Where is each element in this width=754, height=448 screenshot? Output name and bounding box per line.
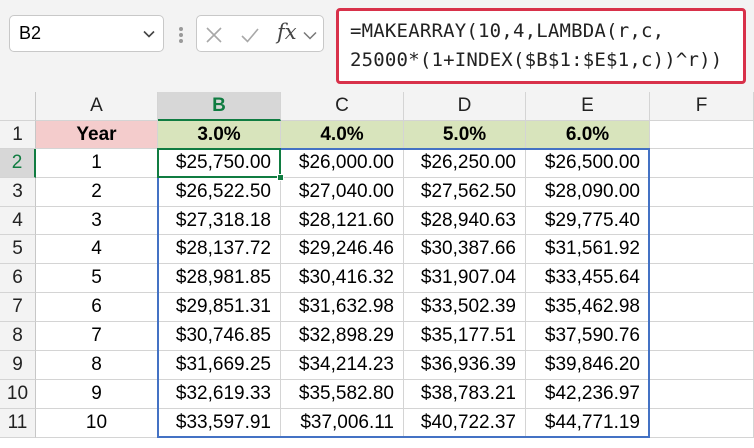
cell-f4[interactable] [650,207,754,235]
row-header-6[interactable]: 6 [0,264,36,293]
cell-e11[interactable]: $44,771.19 [526,409,650,438]
cell-c8[interactable]: $32,898.29 [281,322,404,351]
cell-d6[interactable]: $31,907.04 [404,264,526,293]
cell-e2[interactable]: $26,500.00 [526,149,650,178]
formula-controls: fx [196,15,324,52]
cell-a10[interactable]: 9 [36,380,158,409]
cell-c1[interactable]: 4.0% [281,121,404,149]
chevron-down-icon[interactable] [143,28,155,40]
cell-b6[interactable]: $28,981.85 [158,264,281,293]
cell-e5[interactable]: $31,561.92 [526,235,650,264]
cell-c11[interactable]: $37,006.11 [281,409,404,438]
cell-b1[interactable]: 3.0% [158,121,281,149]
cell-e9[interactable]: $39,846.20 [526,351,650,380]
cell-f2[interactable] [650,149,754,178]
cell-e10[interactable]: $42,236.97 [526,380,650,409]
cell-d9[interactable]: $36,936.39 [404,351,526,380]
drag-handle-icon[interactable] [179,27,183,43]
cancel-icon[interactable] [204,25,224,45]
column-header-b[interactable]: B [158,92,281,121]
name-box-value: B2 [19,23,42,43]
row-header-11[interactable]: 11 [0,409,36,438]
cell-f7[interactable] [650,293,754,322]
cell-e7[interactable]: $35,462.98 [526,293,650,322]
row-header-9[interactable]: 9 [0,351,36,380]
cell-a8[interactable]: 7 [36,322,158,351]
column-header-d[interactable]: D [404,92,526,121]
cell-d3[interactable]: $27,562.50 [404,178,526,207]
cell-e1[interactable]: 6.0% [526,121,650,149]
cell-e4[interactable]: $29,775.40 [526,207,650,235]
cell-f3[interactable] [650,178,754,207]
formula-line-2: 25000*(1+INDEX($B$1:$E$1,c))^r)) [350,49,723,71]
formula-input[interactable]: =MAKEARRAY(10,4,LAMBDA(r,c, 25000*(1+INDE… [336,8,746,84]
cell-b2[interactable]: $25,750.00 [158,149,281,178]
cell-a11[interactable]: 10 [36,409,158,438]
cell-a5[interactable]: 4 [36,235,158,264]
cell-f1[interactable] [650,121,754,149]
cell-b5[interactable]: $28,137.72 [158,235,281,264]
cell-a9[interactable]: 8 [36,351,158,380]
cell-a2[interactable]: 1 [36,149,158,178]
cell-a1[interactable]: Year [36,121,158,149]
row-header-7[interactable]: 7 [0,293,36,322]
cell-b7[interactable]: $29,851.31 [158,293,281,322]
cell-e3[interactable]: $28,090.00 [526,178,650,207]
cell-e8[interactable]: $37,590.76 [526,322,650,351]
cell-f9[interactable] [650,351,754,380]
cell-f11[interactable] [650,409,754,438]
cell-b4[interactable]: $27,318.18 [158,207,281,235]
cell-c2[interactable]: $26,000.00 [281,149,404,178]
cell-c6[interactable]: $30,416.32 [281,264,404,293]
spreadsheet-grid: A B C D E F 1 Year 3.0% 4.0% 5.0% 6.0% 2 1 $25,750.00 $… [0,92,754,448]
cell-f10[interactable] [650,380,754,409]
row-header-4[interactable]: 4 [0,207,36,235]
row-header-8[interactable]: 8 [0,322,36,351]
column-header-e[interactable]: E [526,92,650,121]
row-header-5[interactable]: 5 [0,235,36,264]
cell-b8[interactable]: $30,746.85 [158,322,281,351]
formula-bar-area: B2 fx =MAKEARRAY(10,4,LAMBDA(r,c, 25000*(… [0,0,754,92]
cell-d1[interactable]: 5.0% [404,121,526,149]
fill-handle[interactable] [277,174,284,181]
chevron-down-icon[interactable] [303,25,317,45]
cell-f5[interactable] [650,235,754,264]
select-all-corner[interactable] [0,92,36,121]
formula-line-1: =MAKEARRAY(10,4,LAMBDA(r,c, [350,20,665,42]
cell-a3[interactable]: 2 [36,178,158,207]
cell-f8[interactable] [650,322,754,351]
column-header-c[interactable]: C [281,92,404,121]
row-header-10[interactable]: 10 [0,380,36,409]
cell-d8[interactable]: $35,177.51 [404,322,526,351]
cell-a6[interactable]: 5 [36,264,158,293]
cell-d4[interactable]: $28,940.63 [404,207,526,235]
cell-c7[interactable]: $31,632.98 [281,293,404,322]
cell-c5[interactable]: $29,246.46 [281,235,404,264]
cell-c4[interactable]: $28,121.60 [281,207,404,235]
cell-f6[interactable] [650,264,754,293]
enter-check-icon[interactable] [240,25,260,45]
cell-d10[interactable]: $38,783.21 [404,380,526,409]
cell-e6[interactable]: $33,455.64 [526,264,650,293]
cell-d2[interactable]: $26,250.00 [404,149,526,178]
cell-c3[interactable]: $27,040.00 [281,178,404,207]
cell-b11[interactable]: $33,597.91 [158,409,281,438]
cell-b3[interactable]: $26,522.50 [158,178,281,207]
cell-b9[interactable]: $31,669.25 [158,351,281,380]
cell-a4[interactable]: 3 [36,207,158,235]
cell-a7[interactable]: 6 [36,293,158,322]
name-box[interactable]: B2 [9,15,164,52]
column-header-f[interactable]: F [650,92,754,121]
cell-d11[interactable]: $40,722.37 [404,409,526,438]
insert-function-button[interactable]: fx [277,20,297,44]
cell-c10[interactable]: $35,582.80 [281,380,404,409]
row-header-1[interactable]: 1 [0,121,36,149]
column-header-a[interactable]: A [36,92,158,121]
row-header-2[interactable]: 2 [0,149,36,178]
cell-b10[interactable]: $32,619.33 [158,380,281,409]
cell-c9[interactable]: $34,214.23 [281,351,404,380]
cell-d5[interactable]: $30,387.66 [404,235,526,264]
cell-d7[interactable]: $33,502.39 [404,293,526,322]
row-header-3[interactable]: 3 [0,178,36,207]
